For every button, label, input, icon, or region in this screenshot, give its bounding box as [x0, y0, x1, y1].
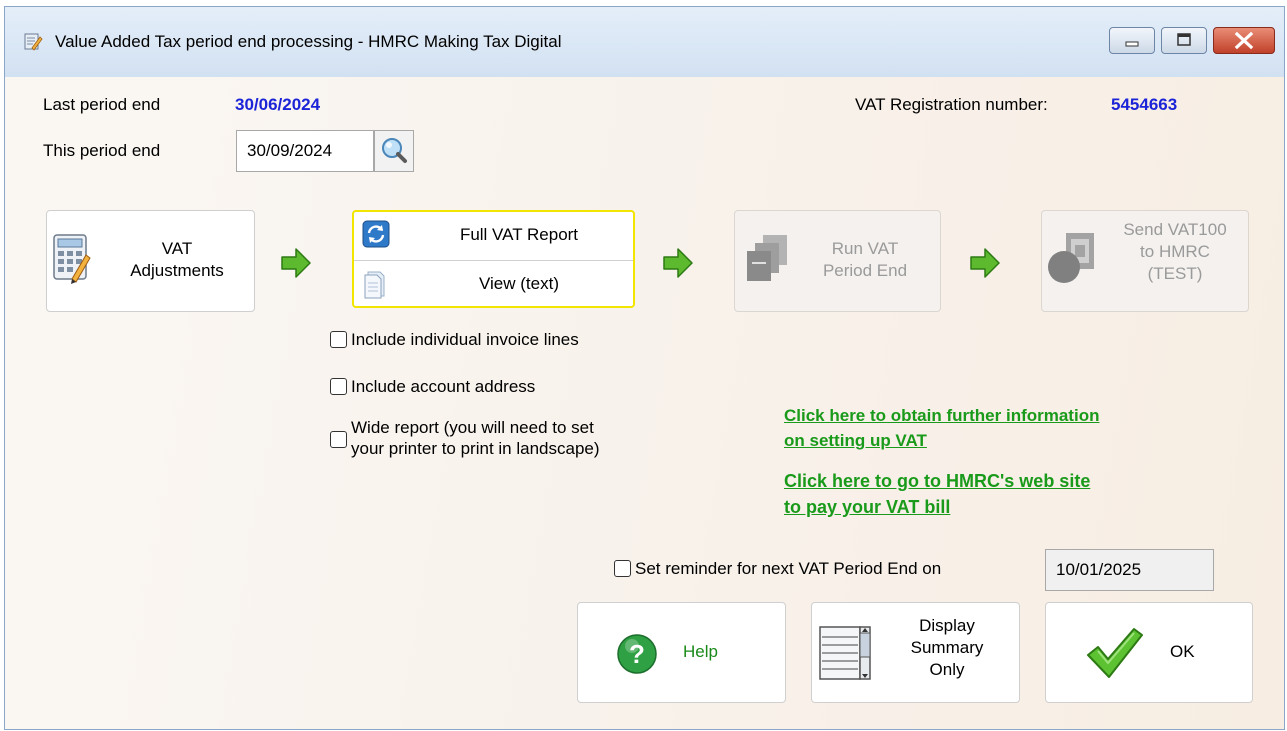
list-icon [819, 626, 871, 680]
reminder-label: Set reminder for next VAT Period End on [635, 559, 942, 578]
window-title: Value Added Tax period end processing - … [55, 32, 562, 51]
display-summary-line2: Summary [910, 638, 984, 657]
magnifier-icon [382, 138, 407, 163]
refresh-icon [362, 220, 390, 248]
reminder-option[interactable]: Set reminder for next VAT Period End on [614, 558, 941, 579]
calculator-icon [53, 234, 91, 284]
run-vat-line1: Run VAT [831, 239, 899, 258]
arrow-right-icon [970, 248, 1000, 278]
ok-label: OK [1170, 642, 1195, 661]
arrow-right-icon [281, 248, 311, 278]
reminder-checkbox[interactable] [614, 560, 631, 577]
maximize-icon [1177, 33, 1191, 46]
vat-registration-label: VAT Registration number: [855, 95, 1048, 114]
document-icon [364, 271, 385, 299]
hmrc-pay-vat-link-line2: to pay your VAT bill [784, 497, 951, 517]
this-period-end-input[interactable] [236, 130, 374, 172]
last-period-end-label: Last period end [43, 95, 161, 114]
close-button[interactable] [1213, 27, 1275, 54]
include-invoice-lines-checkbox[interactable] [330, 331, 347, 348]
send-document-icon [1048, 233, 1094, 283]
this-period-end-label: This period end [43, 141, 161, 160]
vat-period-end-window: Value Added Tax period end processing - … [4, 6, 1285, 730]
include-account-address-checkbox[interactable] [330, 378, 347, 395]
wide-report-option[interactable]: Wide report (you will need to set your p… [330, 417, 600, 459]
display-summary-line3: Only [929, 660, 965, 679]
send-vat100-line1: Send VAT100 [1123, 220, 1227, 239]
display-summary-button[interactable]: Display Summary Only [811, 602, 1020, 703]
minimize-button[interactable] [1109, 27, 1155, 54]
pages-icon [747, 235, 787, 281]
arrow-right-icon [663, 248, 693, 278]
vat-registration-value: 5454663 [1111, 95, 1178, 114]
vat-adjustments-button[interactable]: VAT Adjustments [46, 210, 255, 312]
include-invoice-lines-label: Include individual invoice lines [351, 330, 579, 349]
send-vat100-label: Send VAT100 to HMRC (TEST) [1106, 219, 1244, 285]
date-lookup-button[interactable] [374, 130, 414, 172]
full-vat-report-button[interactable]: Full VAT Report [354, 212, 633, 261]
wide-report-line2: your printer to print in landscape) [351, 439, 600, 458]
help-label: Help [683, 642, 718, 661]
display-summary-line1: Display [919, 616, 975, 635]
wide-report-label: Wide report (you will need to set your p… [351, 417, 600, 459]
vat-adjustments-line1: VAT [161, 239, 193, 258]
app-icon [24, 33, 43, 51]
maximize-button[interactable] [1161, 27, 1207, 54]
view-text-button[interactable]: View (text) [354, 261, 633, 306]
include-account-address-label: Include account address [351, 377, 536, 396]
run-vat-period-end-label: Run VAT Period End [795, 238, 935, 282]
send-vat100-line3: (TEST) [1147, 264, 1203, 283]
help-button[interactable]: ? Help [577, 602, 786, 703]
hmrc-pay-vat-link-line1: Click here to go to HMRC's web site [784, 471, 1091, 491]
hmrc-pay-vat-link[interactable]: Click here to go to HMRC's web site to p… [784, 468, 1090, 520]
title-bar: Value Added Tax period end processing - … [5, 7, 1284, 77]
run-vat-period-end-button[interactable]: Run VAT Period End [734, 210, 941, 312]
checkmark-icon [1087, 628, 1143, 678]
vat-adjustments-label: VAT Adjustments [102, 238, 252, 282]
ok-button[interactable]: OK [1045, 602, 1253, 703]
vat-setup-info-link[interactable]: Click here to obtain further information… [784, 403, 1099, 453]
reminder-date-input[interactable] [1045, 549, 1214, 591]
wide-report-line1: Wide report (you will need to set [351, 418, 594, 437]
full-vat-report-label: Full VAT Report [459, 225, 579, 244]
vat-setup-info-link-line2: on setting up VAT [784, 431, 927, 450]
svg-text:?: ? [629, 639, 645, 669]
run-vat-line2: Period End [822, 261, 908, 280]
send-vat100-button[interactable]: Send VAT100 to HMRC (TEST) [1041, 210, 1249, 312]
display-summary-label: Display Summary Only [882, 615, 1012, 681]
wide-report-checkbox[interactable] [330, 431, 347, 448]
vat-adjustments-line2: Adjustments [130, 261, 224, 280]
close-icon [1234, 31, 1254, 50]
last-period-end-value: 30/06/2024 [235, 95, 321, 114]
help-icon: ? [617, 634, 657, 674]
vat-setup-info-link-line1: Click here to obtain further information [784, 406, 1100, 425]
send-vat100-line2: to HMRC [1140, 242, 1210, 261]
include-account-address-option[interactable]: Include account address [330, 376, 535, 397]
view-text-label: View (text) [479, 274, 559, 293]
full-vat-report-group: Full VAT Report View (text) [352, 210, 635, 308]
minimize-icon [1125, 41, 1139, 47]
include-invoice-lines-option[interactable]: Include individual invoice lines [330, 329, 579, 350]
